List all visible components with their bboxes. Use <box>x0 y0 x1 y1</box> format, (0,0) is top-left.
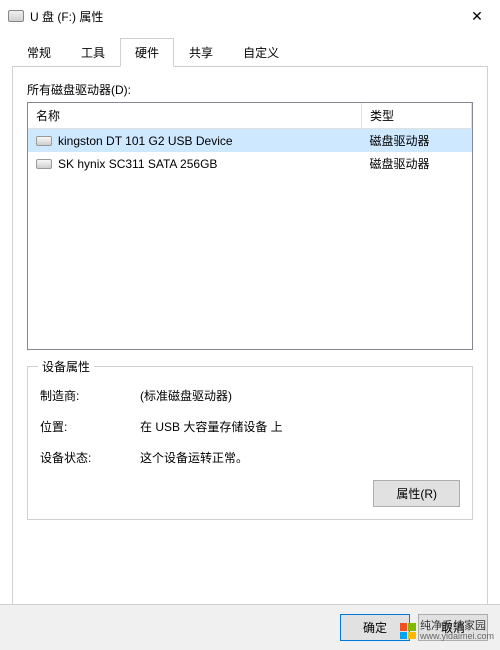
window-title: U 盘 (F:) 属性 <box>30 8 454 25</box>
properties-button[interactable]: 属性(R) <box>373 480 460 507</box>
drive-list[interactable]: 名称 类型 kingston DT 101 G2 USB Device 磁盘驱动器… <box>27 102 473 350</box>
drive-type: 磁盘驱动器 <box>362 152 472 175</box>
cancel-button[interactable]: 取消 <box>418 614 488 641</box>
tab-general[interactable]: 常规 <box>12 38 66 67</box>
status-label: 设备状态: <box>40 449 140 466</box>
row-status: 设备状态: 这个设备运转正常。 <box>40 449 460 466</box>
row-manufacturer: 制造商: (标准磁盘驱动器) <box>40 387 460 404</box>
group-legend: 设备属性 <box>38 358 94 375</box>
manufacturer-label: 制造商: <box>40 387 140 404</box>
drive-name: kingston DT 101 G2 USB Device <box>58 134 233 148</box>
tab-sharing[interactable]: 共享 <box>174 38 228 67</box>
disk-icon <box>36 136 52 146</box>
row-location: 位置: 在 USB 大容量存储设备 上 <box>40 418 460 435</box>
tab-customize[interactable]: 自定义 <box>228 38 294 67</box>
manufacturer-value: (标准磁盘驱动器) <box>140 387 460 404</box>
drive-name: SK hynix SC311 SATA 256GB <box>58 157 217 171</box>
device-properties-group: 设备属性 制造商: (标准磁盘驱动器) 位置: 在 USB 大容量存储设备 上 … <box>27 366 473 520</box>
drives-label: 所有磁盘驱动器(D): <box>27 81 473 98</box>
close-button[interactable]: ✕ <box>454 0 500 32</box>
tab-body: 所有磁盘驱动器(D): 名称 类型 kingston DT 101 G2 USB… <box>12 67 488 623</box>
table-row[interactable]: kingston DT 101 G2 USB Device 磁盘驱动器 <box>28 129 472 153</box>
col-name[interactable]: 名称 <box>28 103 362 129</box>
tabstrip: 常规 工具 硬件 共享 自定义 <box>12 38 488 67</box>
close-icon: ✕ <box>471 8 483 25</box>
tab-tools[interactable]: 工具 <box>66 38 120 67</box>
status-value: 这个设备运转正常。 <box>140 449 460 466</box>
ok-button[interactable]: 确定 <box>340 614 410 641</box>
location-label: 位置: <box>40 418 140 435</box>
dialog-content: 常规 工具 硬件 共享 自定义 所有磁盘驱动器(D): 名称 类型 kingst… <box>0 32 500 623</box>
drive-icon <box>8 10 24 22</box>
location-value: 在 USB 大容量存储设备 上 <box>140 418 460 435</box>
tab-hardware[interactable]: 硬件 <box>120 38 174 67</box>
table-row[interactable]: SK hynix SC311 SATA 256GB 磁盘驱动器 <box>28 152 472 175</box>
drive-type: 磁盘驱动器 <box>362 129 472 153</box>
dialog-buttons: 确定 取消 <box>0 604 500 650</box>
disk-icon <box>36 159 52 169</box>
titlebar: U 盘 (F:) 属性 ✕ <box>0 0 500 32</box>
col-type[interactable]: 类型 <box>362 103 472 129</box>
